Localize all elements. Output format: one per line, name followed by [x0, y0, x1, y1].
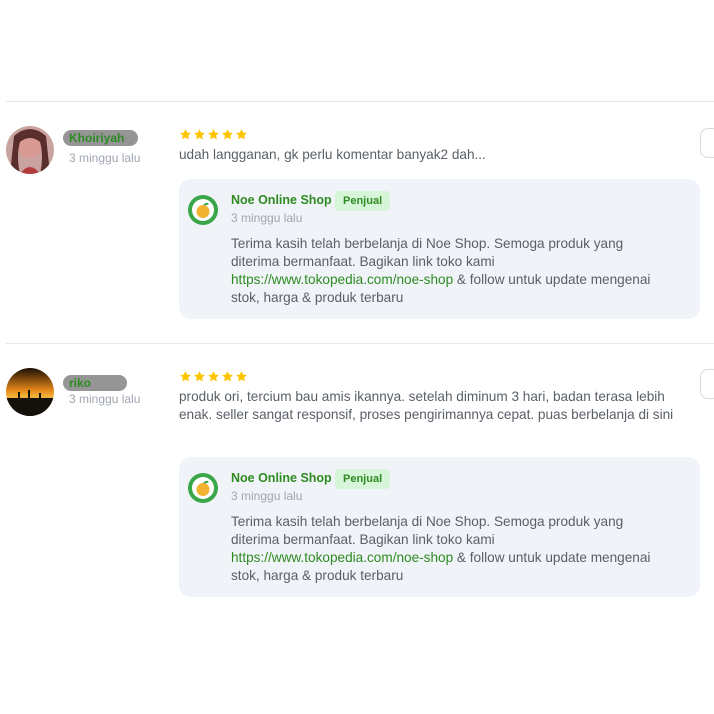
username-container: riko: [63, 375, 128, 391]
shop-name[interactable]: Noe Online Shop: [231, 193, 332, 207]
more-options-button[interactable]: [700, 128, 714, 158]
star-rating: [179, 128, 248, 141]
shop-link[interactable]: https://www.tokopedia.com/noe-shop: [231, 272, 453, 287]
sunset-photo-avatar-icon: [6, 368, 54, 416]
review-time: 3 minggu lalu: [69, 151, 141, 165]
reply-text-part: Terima kasih telah berbelanja di Noe Sho…: [231, 514, 624, 547]
shop-name[interactable]: Noe Online Shop: [231, 471, 332, 485]
username[interactable]: Khoiriyah: [63, 130, 139, 146]
star-icon: [222, 129, 233, 140]
top-divider: [6, 101, 714, 102]
star-rating: [179, 370, 248, 383]
user-avatar[interactable]: [6, 368, 54, 416]
reply-text: Terima kasih telah berbelanja di Noe Sho…: [231, 513, 671, 585]
star-icon: [236, 129, 247, 140]
shop-logo-icon: [188, 195, 218, 225]
user-photo-avatar-icon: [6, 126, 54, 174]
reply-text: Terima kasih telah berbelanja di Noe Sho…: [231, 235, 671, 307]
more-options-button[interactable]: [700, 369, 714, 399]
shop-logo-icon: [188, 473, 218, 503]
star-icon: [180, 129, 191, 140]
reply-time: 3 minggu lalu: [231, 489, 303, 503]
star-icon: [208, 371, 219, 382]
shop-logo[interactable]: [188, 195, 218, 225]
review-comment: produk ori, tercium bau amis ikannya. se…: [179, 389, 674, 422]
username[interactable]: riko: [63, 375, 128, 391]
star-icon: [194, 371, 205, 382]
reply-time: 3 minggu lalu: [231, 211, 303, 225]
star-icon: [180, 371, 191, 382]
reply-text-part: Terima kasih telah berbelanja di Noe Sho…: [231, 236, 624, 269]
review-divider: [6, 343, 714, 344]
seller-badge: Penjual: [335, 469, 391, 489]
star-icon: [194, 129, 205, 140]
star-icon: [236, 371, 247, 382]
shop-logo[interactable]: [188, 473, 218, 503]
star-icon: [222, 371, 233, 382]
user-avatar[interactable]: [6, 126, 54, 174]
username-container: Khoiriyah: [63, 130, 139, 146]
star-icon: [208, 129, 219, 140]
shop-link[interactable]: https://www.tokopedia.com/noe-shop: [231, 550, 453, 565]
seller-reply: Noe Online Shop Penjual 3 minggu lalu Te…: [179, 179, 700, 319]
seller-badge: Penjual: [335, 191, 391, 211]
seller-reply: Noe Online Shop Penjual 3 minggu lalu Te…: [179, 457, 700, 597]
review-time: 3 minggu lalu: [69, 392, 141, 406]
review-comment: udah langganan, gk perlu komentar banyak…: [179, 147, 486, 162]
